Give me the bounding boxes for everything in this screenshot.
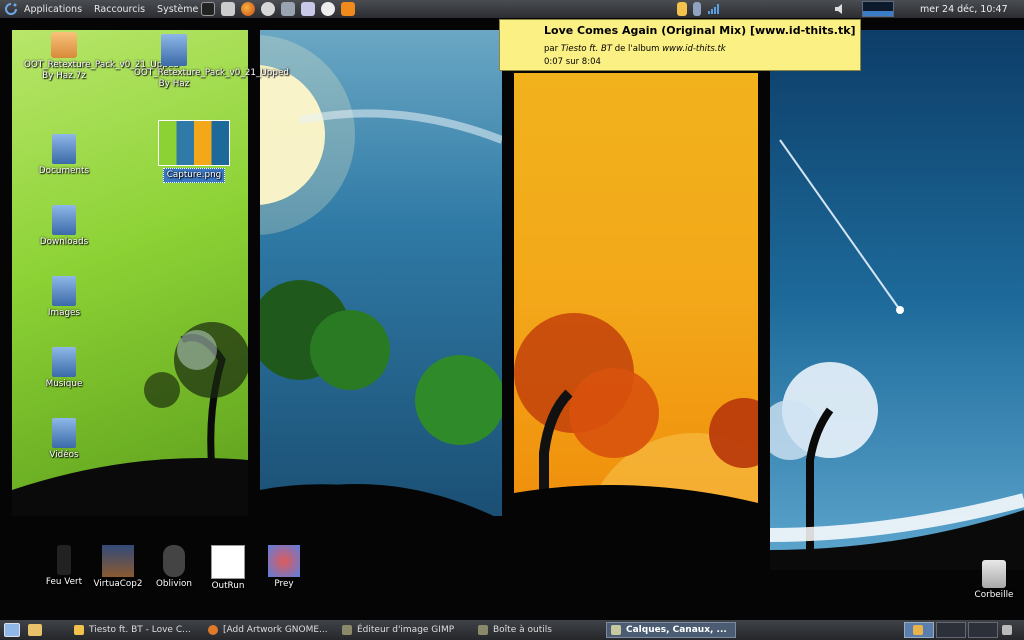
virtuacop-icon [102,545,134,577]
videos-folder-icon [52,418,76,448]
bottom-panel: Tiesto ft. BT - Love C... [Add Artwork G… [0,620,1024,640]
launcher-bar [198,0,358,18]
volume-icon[interactable] [834,3,846,15]
folder-icon [161,34,187,66]
wallpaper-panel-winter [770,30,1024,570]
clipboard-icon[interactable] [693,2,701,16]
desktop-trash-label: Corbeille [974,590,1014,600]
firefox-task-icon [208,625,218,635]
cd-icon[interactable] [321,2,335,16]
workspace-3[interactable] [968,622,998,638]
rhythmbox-icon[interactable] [677,2,687,16]
desktop-folder-downloads[interactable]: Downloads [24,205,104,248]
task-firefox-label: [Add Artwork GNOME... [223,625,328,635]
desktop-folder-videos-label: Vidéos [49,450,79,460]
outrun-icon [211,545,245,579]
terminal-icon[interactable] [201,2,215,16]
desktop-folder-images-label: Images [47,308,81,318]
vlc-icon[interactable] [341,2,355,16]
desktop-wallpaper [0,18,1024,620]
menu-applications[interactable]: Applications [18,4,88,15]
task-rhythmbox[interactable]: Tiesto ft. BT - Love C... [74,622,199,638]
trash-applet-icon [1002,625,1012,635]
trash-icon [982,560,1006,588]
workspace-2[interactable] [936,622,966,638]
volume-area [834,0,894,18]
prey-icon [268,545,300,577]
rhythmbox-task-icon [74,625,84,635]
now-playing-tooltip: Love Comes Again (Original Mix) [www.id-… [499,19,861,71]
desktop-folder-documents[interactable]: Documents [24,134,104,177]
images-folder-icon [52,276,76,306]
task-gimp-toolbox-label: Boîte à outils [493,625,552,635]
clock-area: mer 24 déc, 10:47 [920,0,1008,18]
desktop-folder-images[interactable]: Images [24,276,104,319]
documents-folder-icon [52,134,76,164]
tooltip-artist-line: par Tiesto ft. BT de l'album www.id-thit… [544,44,726,54]
tooltip-position: 0:07 sur 8:04 [544,57,601,67]
gimp-task-icon [342,625,352,635]
trash-applet[interactable] [1002,622,1020,638]
tooltip-album-prefix: de l'album [614,44,660,54]
desktop-launcher-prey-label: Prey [274,579,294,589]
clock[interactable]: mer 24 déc, 10:47 [920,4,1008,15]
folder-taskbar-icon [28,624,42,636]
gnome-foot-icon[interactable] [4,2,18,16]
pidgin-icon[interactable] [301,2,315,16]
desktop-folder-videos[interactable]: Vidéos [24,418,104,461]
menu-raccourcis[interactable]: Raccourcis [88,4,151,15]
desktop-folder-retexture[interactable]: OOT_Retexture_Pack_v0_21_Upped By Haz [134,34,289,90]
wallpaper-panel-summer [260,30,502,516]
desktop-folder-downloads-label: Downloads [39,237,89,247]
settings-icon[interactable] [281,2,295,16]
traffic-light-icon [57,545,71,575]
workspace-window-icon [913,625,923,635]
menu-systeme[interactable]: Système [151,4,204,15]
screenshot-icon[interactable] [221,2,235,16]
workspace-1[interactable] [904,622,934,638]
top-panel: Applications Raccourcis Système mer 24 d… [0,0,1024,18]
music-folder-icon [52,347,76,377]
tooltip-by: par [544,44,559,54]
desktop-file-7z-label: OOT_Retexture_Pack_v0_21_Upped By Haz.7z [24,60,179,81]
files-launcher-button[interactable] [28,622,46,638]
task-gimp-editor-label: Éditeur d'image GIMP [357,625,455,635]
system-monitor-graph[interactable] [862,1,894,17]
desktop-folder-documents-label: Documents [38,166,90,176]
task-gimp-toolbox[interactable]: Boîte à outils [478,622,602,638]
oblivion-icon [163,545,185,577]
desktop-folder-retexture-label: OOT_Retexture_Pack_v0_21_Upped By Haz [134,68,289,89]
task-gimp-editor[interactable]: Éditeur d'image GIMP [342,622,472,638]
gimp-toolbox-task-icon [478,625,488,635]
downloads-folder-icon [52,205,76,235]
signal-icon[interactable] [708,4,720,14]
desktop-file-7z[interactable]: OOT_Retexture_Pack_v0_21_Upped By Haz.7z [24,32,179,82]
notification-area [674,0,720,18]
show-desktop-icon [4,623,20,637]
firefox-icon[interactable] [241,2,255,16]
desktop-launcher-prey[interactable]: Prey [244,545,324,590]
desktop-file-capture-label: Capture.png [162,168,226,183]
desktop-trash[interactable]: Corbeille [954,560,1024,601]
network-icon[interactable] [261,2,275,16]
tooltip-artist: Tiesto ft. BT [560,44,613,54]
desktop-folder-musique[interactable]: Musique [24,347,104,390]
task-rhythmbox-label: Tiesto ft. BT - Love C... [89,625,191,635]
task-firefox[interactable]: [Add Artwork GNOME... [208,622,336,638]
image-thumbnail-icon [158,120,230,166]
desktop-folder-musique-label: Musique [45,379,83,389]
wallpaper-panel-autumn [514,73,758,516]
gimp-layers-task-icon [611,625,621,635]
main-menu-bar: Applications Raccourcis Système [4,0,204,18]
archive-icon [51,32,77,58]
task-gimp-layers-label: Calques, Canaux, ... [626,625,727,635]
desktop-file-capture[interactable]: Capture.png [154,120,234,183]
show-desktop-button[interactable] [4,622,20,638]
tooltip-album: www.id-thits.tk [662,44,726,54]
tooltip-title: Love Comes Again (Original Mix) [www.id-… [544,24,856,37]
task-gimp-layers-active[interactable]: Calques, Canaux, ... [606,622,736,638]
